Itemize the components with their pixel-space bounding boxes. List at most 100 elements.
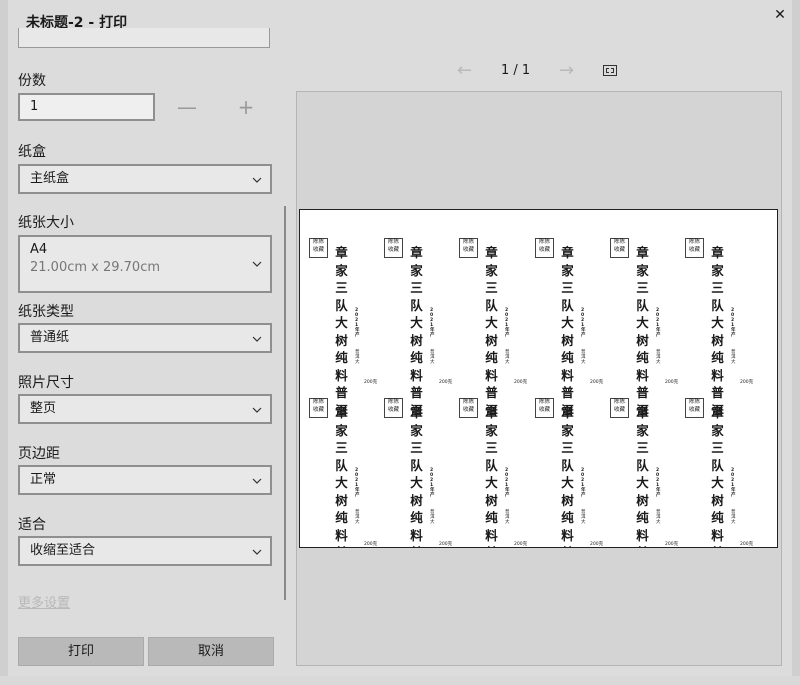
label-year: 2021年 产 [355,308,360,338]
chevron-down-icon [252,478,262,484]
label-weight: 200克 [590,542,604,547]
copies-decrement-button[interactable]: — [176,96,198,118]
label-weight: 200克 [740,542,754,547]
label-maker: 普洱大 [731,350,736,365]
seal-stamp: 陈陈 收藏 [459,238,478,258]
photo-size-label: 照片尺寸 [18,375,74,391]
print-button[interactable]: 打印 [18,637,144,666]
label-year: 2021年 产 [731,308,736,338]
label-maker: 普洱大 [581,510,586,525]
label-maker: 普洱大 [355,510,360,525]
seal-stamp: 陈陈 收藏 [535,238,554,258]
label-vertical-text: 章家三队大树纯料普洱 [335,405,348,547]
paper-size-select[interactable]: A4 21.00cm x 29.70cm [18,235,272,293]
photo-size-select[interactable]: 整页 [18,394,272,424]
chevron-down-icon [252,261,262,267]
photo-size-value: 整页 [30,401,57,416]
paper-type-value: 普通纸 [30,330,70,345]
paper-size-dimensions: 21.00cm x 29.70cm [30,260,161,275]
seal-stamp: 陈陈 收藏 [309,398,328,418]
seal-stamp: 陈陈 收藏 [610,238,629,258]
seal-stamp: 陈陈 收藏 [610,398,629,418]
tea-label: 陈陈 收藏章家三队大树纯料普洱2021年 产普洱大 [300,210,376,418]
settings-scrollbar[interactable] [284,206,286,600]
label-weight: 200克 [590,380,604,385]
chevron-down-icon [252,177,262,183]
tea-label: 陈陈 收藏章家三队大树纯料普洱2021年 产普洱大 [526,210,602,418]
copies-input[interactable]: 1 [18,93,155,121]
label-year: 2021年 产 [355,468,360,498]
preview-page: 陈陈 收藏 章家三队大树纯料普洱 2021年 产普洱大 陈陈 收藏 章家三队大树纯料普洱… [299,209,778,548]
tray-value: 主纸盒 [30,171,70,186]
tea-label: 陈陈 收藏章家三队大树纯料普洱2021年 产普洱大 [676,210,752,418]
label-maker: 普洱大 [430,350,435,365]
margins-select[interactable]: 正常 [18,465,272,495]
label-weight: 200克 [665,542,679,547]
seal-stamp: 陈陈 收藏 [459,398,478,418]
paper-type-label: 纸张类型 [18,304,74,320]
fit-to-window-icon[interactable] [603,65,617,76]
tea-label: 陈陈 收藏章家三队大树纯料普洱 2021年 产普洱大 [676,370,752,547]
tea-label: 陈陈 收藏章家三队大树纯料普洱2021年 产普洱大 [375,210,451,418]
next-page-arrow-icon[interactable]: → [559,60,574,82]
close-icon[interactable]: ✕ [770,5,790,25]
label-weight: 200克 [514,542,528,547]
scrolled-field-stub [18,28,270,48]
label-vertical-text: 章家三队大树纯料普洱 [485,405,498,547]
label-year: 2021年 产 [581,308,586,338]
tea-label: 陈陈 收藏章家三队大树纯料普洱2021年 产普洱大 [450,210,526,418]
label-year: 2021年 产 [505,468,510,498]
seal-stamp: 陈陈 收藏 [309,238,328,258]
copies-increment-button[interactable]: + [235,96,257,118]
copies-label: 份数 [18,73,46,89]
seal-stamp: 陈陈 收藏 [685,398,704,418]
tea-label: 陈陈 收藏章家三队大树纯料普洱2021年 产普洱大 [526,370,602,547]
seal-stamp: 陈陈 收藏 [384,238,403,258]
seal-stamp: 陈陈 收藏 [535,398,554,418]
label-year: 2021年 产 [731,468,736,498]
chevron-down-icon [252,336,262,342]
tea-label: 陈陈 收藏章家三队大树纯料普洱2021年 产普洱大 [375,370,451,547]
label-maker: 普洱大 [656,350,661,365]
margins-label: 页边距 [18,446,60,462]
background-strip [0,676,800,685]
paper-size-value: A4 [30,242,48,257]
seal-stamp: 陈陈 收藏 [384,398,403,418]
paper-type-select[interactable]: 普通纸 [18,323,272,353]
more-settings-link[interactable]: 更多设置 [18,592,70,611]
settings-panel: 份数 1 — + 纸盒 主纸盒 纸张大小 A4 21.00cm x 29.70c… [8,0,298,685]
print-dialog: 未标题-2 - 打印 ✕ 份数 1 — + 纸盒 主纸盒 纸张大小 A4 21.… [8,0,792,685]
tray-label: 纸盒 [18,144,46,160]
label-maker: 普洱大 [656,510,661,525]
label-maker: 普洱大 [581,350,586,365]
label-year: 2021年 产 [656,468,661,498]
label-year: 2021年 产 [656,308,661,338]
label-year: 2021年 产 [505,308,510,338]
tea-label: 陈陈 收藏章家三队大树纯料普洱2021年 产普洱大 [450,370,526,547]
paper-size-label: 纸张大小 [18,215,74,231]
label-maker: 普洱大 [355,350,360,365]
label-vertical-text: 章家三队大树纯料普洱 [711,405,724,547]
seal-stamp: 陈陈 收藏 [685,238,704,258]
label-weight: 200克 [439,542,453,547]
label-weight: 200克 [740,380,754,385]
label-year: 2021年 产 [581,468,586,498]
margins-value: 正常 [30,472,57,487]
label-maker: 普洱大 [731,510,736,525]
label-vertical-text: 章家三队大树纯料普洱 [636,405,649,547]
fit-select[interactable]: 收缩至适合 [18,536,272,566]
tea-label: 陈陈 收藏章家三队大树纯料普洱 2021年 产普洱大 [601,370,677,547]
label-weight: 200克 [364,542,378,547]
previous-page-arrow-icon[interactable]: ← [457,60,472,82]
label-maker: 普洱大 [505,350,510,365]
cancel-button[interactable]: 取消 [148,637,274,666]
label-vertical-text: 章家三队大树纯料普洱 [410,405,423,547]
label-year: 2021年 产 [430,468,435,498]
fit-value: 收缩至适合 [30,543,96,558]
tea-label: 陈陈 收藏章家三队大树纯料普洱2021年 产普洱大 [601,210,677,418]
label-weight: 200克 [364,380,378,385]
label-year: 2021年 产 [430,308,435,338]
fit-label: 适合 [18,517,46,533]
tray-select[interactable]: 主纸盒 [18,164,272,194]
chevron-down-icon [252,407,262,413]
